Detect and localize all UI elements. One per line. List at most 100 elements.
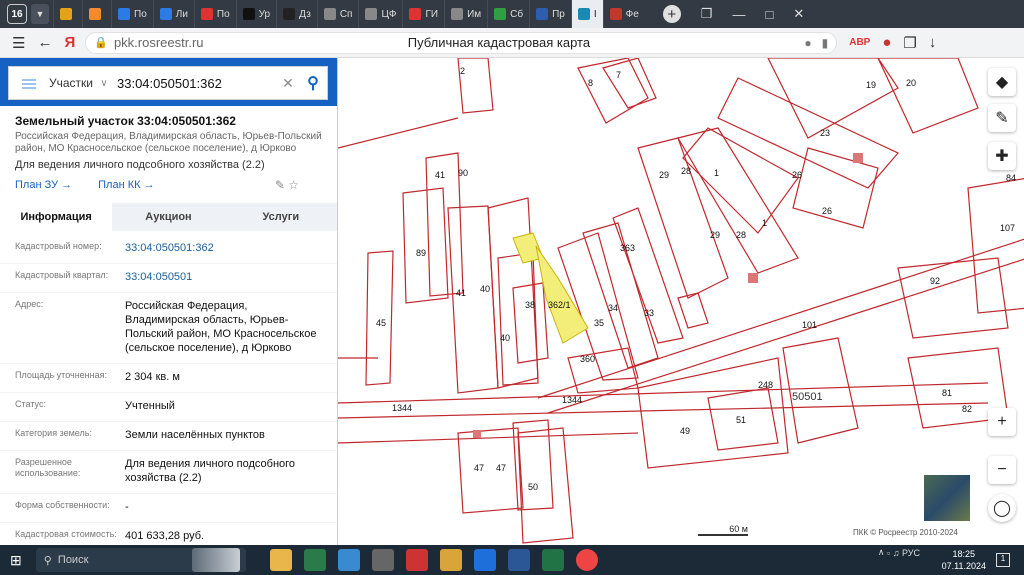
- info-row-value[interactable]: 33:04:050501: [125, 270, 322, 284]
- yandex-icon[interactable]: Я: [64, 34, 75, 51]
- parcel-label: 47: [474, 463, 485, 473]
- url-field[interactable]: 🔒 pkk.rosreestr.ru Публичная кадастровая…: [85, 31, 838, 54]
- file-explorer-icon[interactable]: [269, 549, 292, 571]
- word-icon[interactable]: [507, 549, 530, 571]
- menu-icon[interactable]: ☰: [12, 34, 25, 52]
- bookmark-icon[interactable]: ▮: [822, 36, 829, 50]
- windows-start-icon[interactable]: ⊞: [10, 552, 22, 569]
- parcel-label: 1344: [392, 403, 413, 413]
- app-icon[interactable]: [303, 549, 326, 571]
- parcel-label: 248: [758, 380, 774, 390]
- plan-kk-link[interactable]: План КК →: [98, 179, 154, 191]
- download-icon[interactable]: ↓: [929, 34, 937, 51]
- chevron-down-icon[interactable]: ∨: [91, 78, 117, 89]
- info-row-value: Земли населённых пунктов: [125, 429, 265, 441]
- tab-counter[interactable]: 16: [7, 4, 27, 24]
- browser-tab[interactable]: I: [570, 0, 603, 28]
- browser-tab[interactable]: Дз: [276, 0, 317, 28]
- parcel-label: 35: [594, 318, 605, 328]
- info-row-value[interactable]: 33:04:050501:362: [125, 241, 322, 255]
- taskbar-search[interactable]: ⚲ Поиск: [35, 548, 246, 572]
- browser-tab[interactable]: Пр: [529, 0, 571, 28]
- browser-tab[interactable]: Фе: [602, 0, 645, 28]
- info-row: Категория земель: Земли населённых пункто…: [0, 422, 337, 451]
- plan-zu-link[interactable]: План ЗУ →: [15, 179, 72, 191]
- parcel-label: 2: [460, 66, 466, 76]
- locate-icon[interactable]: ✚: [988, 142, 1016, 170]
- browser-tab[interactable]: По: [193, 0, 236, 28]
- language-indicator[interactable]: РУС: [902, 548, 920, 558]
- close-icon[interactable]: ✕: [793, 6, 804, 22]
- info-row-label: Площадь уточненная:: [15, 370, 107, 380]
- tab-auction[interactable]: Аукцион: [112, 203, 224, 231]
- compass-icon[interactable]: ◯: [988, 494, 1016, 522]
- browser-tab[interactable]: Ли: [152, 0, 194, 28]
- chevron-up-icon[interactable]: ∧: [878, 547, 887, 558]
- hamburger-icon[interactable]: [9, 60, 49, 108]
- parcel-label: 89: [416, 248, 427, 258]
- browser-tab[interactable]: ЦФ: [358, 0, 402, 28]
- maximize-icon[interactable]: □: [765, 7, 773, 22]
- browser-tab[interactable]: ГИ: [402, 0, 444, 28]
- ruler-icon[interactable]: ✎: [988, 104, 1016, 132]
- extension-icon[interactable]: ●: [882, 34, 891, 51]
- notifications-badge[interactable]: 1: [996, 553, 1010, 567]
- back-icon[interactable]: ←: [37, 34, 52, 51]
- browser-tab[interactable]: Сп: [316, 0, 359, 28]
- browser-tab[interactable]: [82, 0, 111, 28]
- browser-tab-label: По: [216, 8, 230, 20]
- cadastral-map[interactable]: 2 8 7 19 20 23 1 29 28 26 26 84 41 90 89 41 40 40 38 362/1 3…: [338, 58, 1024, 545]
- tab-favicon-icon: [118, 8, 130, 20]
- search-input[interactable]: 33:04:050501:362: [117, 76, 277, 91]
- yandex-browser-icon[interactable]: [575, 549, 598, 571]
- parcel-label: 40: [500, 333, 511, 343]
- parcel-label: 92: [930, 276, 941, 286]
- share-icon[interactable]: ✎ ☆: [275, 178, 299, 192]
- tab-favicon-icon: [283, 8, 296, 20]
- browser-tab[interactable]: Сб: [487, 0, 529, 28]
- new-tab-button[interactable]: +: [662, 5, 681, 23]
- zoom-in-button[interactable]: +: [988, 408, 1016, 436]
- info-row: Разрешенное использование: Для ведения ли…: [0, 451, 337, 494]
- parcel-label: 82: [962, 404, 973, 414]
- browser-tab[interactable]: По: [111, 0, 153, 28]
- info-row-value: 401 633,28 руб.: [125, 530, 205, 542]
- tab-information[interactable]: Информация: [0, 203, 113, 231]
- volume-icon[interactable]: ♫: [893, 548, 902, 558]
- info-row-label: Адрес:: [15, 299, 44, 309]
- clock[interactable]: 18:25 07.11.2024: [942, 548, 986, 572]
- parcel-label: 45: [376, 318, 387, 328]
- parcel-label: 107: [1000, 223, 1016, 233]
- app-icon[interactable]: [473, 549, 496, 571]
- location-icon[interactable]: ●: [804, 36, 811, 50]
- app-icon[interactable]: [439, 549, 462, 571]
- browser-tab-label: ЦФ: [381, 8, 397, 20]
- browser-tab-label: По: [134, 8, 147, 20]
- clear-icon[interactable]: ✕: [277, 75, 299, 92]
- app-icon[interactable]: [371, 549, 394, 571]
- layers-icon[interactable]: ◆: [988, 68, 1016, 96]
- parcel-label: 8: [588, 78, 594, 88]
- app-icon[interactable]: [405, 549, 428, 571]
- map-canvas: [338, 58, 1024, 544]
- browser-tab[interactable]: Ур: [235, 0, 276, 28]
- zoom-out-button[interactable]: −: [988, 456, 1016, 484]
- basemap-thumbnail[interactable]: [923, 474, 971, 522]
- lock-icon: 🔒: [94, 37, 108, 49]
- search-icon: ⚲: [43, 554, 58, 567]
- tabs-icon[interactable]: ❐: [701, 6, 713, 22]
- search-icon[interactable]: ⚲: [299, 73, 327, 93]
- tab-favicon-icon: [200, 8, 213, 20]
- info-row-label: Кадастровый квартал:: [15, 270, 109, 280]
- browser-tab-label: Сп: [339, 8, 353, 20]
- tab-services[interactable]: Услуги: [225, 203, 337, 231]
- excel-icon[interactable]: [541, 549, 564, 571]
- minimize-icon[interactable]: —: [732, 7, 745, 22]
- browser-tab[interactable]: Им: [444, 0, 487, 28]
- app-icon[interactable]: [337, 549, 360, 571]
- browser-tab[interactable]: [53, 0, 82, 28]
- info-row-value: Для ведения личного подсобного хозяйства…: [125, 458, 296, 484]
- extensions-icon[interactable]: ❐: [903, 34, 916, 52]
- adblock-icon[interactable]: ABP: [849, 37, 870, 48]
- chevron-down-icon[interactable]: ▼: [31, 4, 49, 24]
